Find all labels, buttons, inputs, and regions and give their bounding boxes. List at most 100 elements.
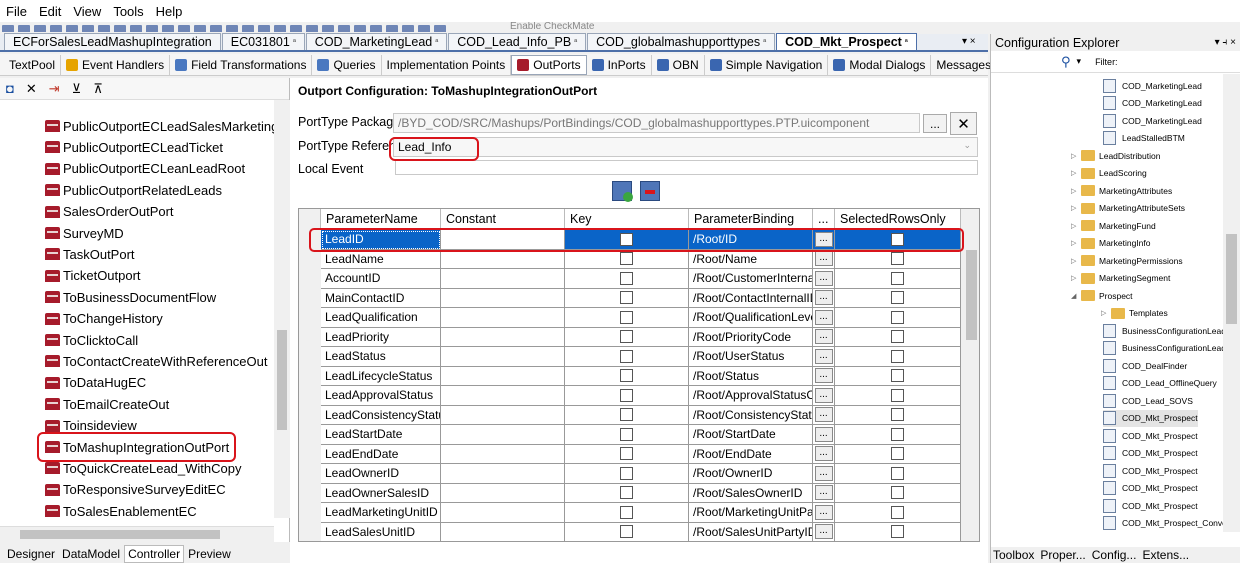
sub-tab-implementation-points[interactable]: Implementation Points xyxy=(382,54,512,75)
binding-cell[interactable]: /Root/StartDate xyxy=(689,425,813,445)
explorer-node[interactable]: COD_Mkt_Prospect xyxy=(1103,409,1198,427)
selected-rows-only-cell[interactable] xyxy=(835,425,961,445)
table-row[interactable]: LeadID/Root/ID... xyxy=(299,230,961,250)
table-row[interactable]: LeadMarketingUnitID/Root/MarketingUnitPa… xyxy=(299,503,961,523)
selected-rows-only-cell[interactable] xyxy=(835,444,961,464)
tree-item-outport[interactable]: SalesOrderOutPort xyxy=(45,202,174,222)
parameter-name-cell[interactable]: LeadStartDate xyxy=(321,425,441,445)
binding-browse-button[interactable]: ... xyxy=(814,407,833,423)
selected-rows-only-checkbox[interactable] xyxy=(891,486,904,500)
binding-cell[interactable]: /Root/MarketingUnitPartyI xyxy=(689,503,813,523)
selected-rows-only-cell[interactable] xyxy=(835,522,961,541)
toolbar-icon[interactable] xyxy=(66,25,78,32)
toolbar-icon[interactable] xyxy=(274,25,286,32)
constant-cell[interactable] xyxy=(441,483,565,503)
explorer-node[interactable]: ▷ MarketingAttributes xyxy=(1071,182,1172,199)
grid-column-header[interactable]: Key xyxy=(565,209,689,230)
toolbar-icon[interactable] xyxy=(114,25,126,32)
parameter-name-cell[interactable]: LeadEndDate xyxy=(321,444,441,464)
binding-browse-button[interactable]: ... xyxy=(814,368,833,384)
explorer-node[interactable]: COD_Mkt_Prospect_Convert xyxy=(1103,515,1232,532)
key-cell[interactable] xyxy=(565,288,689,308)
toolbar-icon[interactable] xyxy=(322,25,334,32)
bottom-tab-controller[interactable]: Controller xyxy=(124,544,185,563)
document-tabs-close[interactable]: ▾ × xyxy=(962,36,976,47)
key-cell[interactable] xyxy=(565,425,689,445)
expand-arrow-icon[interactable]: ▷ xyxy=(1071,222,1081,230)
menu-item-file[interactable]: File xyxy=(6,4,27,19)
table-row[interactable]: LeadPriority/Root/PriorityCode... xyxy=(299,327,961,347)
toolbar-icon[interactable] xyxy=(50,25,62,32)
binding-cell[interactable]: /Root/ConsistencyStatus( xyxy=(689,405,813,425)
porttype-package-field[interactable]: /BYD_COD/SRC/Mashups/PortBindings/COD_gl… xyxy=(393,113,920,133)
explorer-node[interactable]: COD_Lead_OfflineQuery xyxy=(1103,375,1217,392)
expand-icon[interactable]: ⊼ xyxy=(93,81,103,97)
doc-tab-0[interactable]: ECForSalesLeadMashupIntegration xyxy=(4,33,221,50)
constant-cell[interactable] xyxy=(441,503,565,523)
selected-rows-only-cell[interactable] xyxy=(835,464,961,484)
menu-item-tools[interactable]: Tools xyxy=(113,4,143,19)
parameter-name-cell[interactable]: LeadApprovalStatus xyxy=(321,386,441,406)
toolbar-icon[interactable] xyxy=(418,25,430,32)
key-cell[interactable] xyxy=(565,405,689,425)
sub-tab-modal-dialogs[interactable]: Modal Dialogs xyxy=(828,54,932,75)
selected-rows-only-cell[interactable] xyxy=(835,483,961,503)
tree-item-outport[interactable]: TicketOutport xyxy=(45,266,141,286)
binding-browse-button[interactable]: ... xyxy=(814,348,833,364)
explorer-node[interactable]: ▷ MarketingAttributeSets xyxy=(1071,200,1185,217)
binding-browse-button[interactable]: ... xyxy=(814,524,833,540)
explorer-node[interactable]: COD_Mkt_Prospect xyxy=(1103,497,1198,514)
tree-item-outport[interactable]: ToEmailCreateOut xyxy=(45,394,169,414)
selected-rows-only-cell[interactable] xyxy=(835,327,961,347)
key-checkbox[interactable] xyxy=(620,310,633,324)
constant-cell[interactable] xyxy=(441,366,565,386)
tree-item-outport[interactable]: PublicOutportRelatedLeads xyxy=(45,180,222,200)
tree-item-outport[interactable]: PublicOutportECLeanLeadRoot xyxy=(45,159,245,179)
bottom-tab-preview[interactable]: Preview xyxy=(185,546,234,562)
grid-column-header[interactable]: ... xyxy=(813,209,835,230)
enable-checkmate-label[interactable]: Enable CheckMate xyxy=(510,22,595,32)
doc-tab-3[interactable]: COD_Lead_Info_PB ᵃ xyxy=(448,33,587,50)
sub-tab-event-handlers[interactable]: Event Handlers xyxy=(61,54,171,75)
tree-item-outport[interactable]: ToMashupIntegrationOutPort xyxy=(45,437,229,457)
toolbar-icon[interactable] xyxy=(194,25,206,32)
explorer-node[interactable]: BusinessConfigurationLeadDup xyxy=(1103,340,1240,357)
key-cell[interactable] xyxy=(565,503,689,523)
toolbar-icon[interactable] xyxy=(354,25,366,32)
toolbar-icon[interactable] xyxy=(386,25,398,32)
key-checkbox[interactable] xyxy=(620,466,633,480)
table-row[interactable]: LeadSalesUnitID/Root/SalesUnitPartyID... xyxy=(299,522,961,541)
toolbar-icon[interactable] xyxy=(306,25,318,32)
toolbar-icon[interactable] xyxy=(402,25,414,32)
constant-cell[interactable] xyxy=(441,347,565,367)
explorer-node[interactable]: ▷ LeadDistribution xyxy=(1071,147,1160,164)
explorer-node[interactable]: COD_Mkt_Prospect xyxy=(1103,480,1198,497)
selected-rows-only-cell[interactable] xyxy=(835,405,961,425)
binding-browse-button[interactable]: ... xyxy=(814,329,833,345)
explorer-node[interactable]: BusinessConfigurationLeadAgi xyxy=(1103,322,1238,339)
binding-browse-button[interactable]: ... xyxy=(814,251,833,267)
table-row[interactable]: MainContactID/Root/ContactInternalID... xyxy=(299,288,961,308)
explorer-node[interactable]: COD_MarketingLead xyxy=(1103,77,1202,94)
explorer-node[interactable]: ▷ MarketingSegment xyxy=(1071,270,1170,287)
constant-cell[interactable] xyxy=(441,464,565,484)
parameter-name-cell[interactable]: LeadSalesUnitID xyxy=(321,522,441,541)
toolbar-icon[interactable] xyxy=(242,25,254,32)
key-checkbox[interactable] xyxy=(620,486,633,500)
parameter-name-cell[interactable]: LeadID xyxy=(321,230,441,250)
binding-browse-button[interactable]: ... xyxy=(814,309,833,325)
table-row[interactable]: LeadQualification/Root/QualificationLeve… xyxy=(299,308,961,328)
binding-cell[interactable]: /Root/Status xyxy=(689,366,813,386)
parameter-name-cell[interactable]: LeadConsistencyStatus xyxy=(321,405,441,425)
sub-tab-field-transformations[interactable]: Field Transformations xyxy=(170,54,313,75)
selected-rows-only-checkbox[interactable] xyxy=(891,349,904,363)
local-event-field[interactable] xyxy=(395,160,978,175)
pin-icon[interactable]: ᵃ xyxy=(574,34,577,50)
doc-tab-2[interactable]: COD_MarketingLead ᵃ xyxy=(305,33,448,50)
parameter-name-cell[interactable]: LeadOwnerSalesID xyxy=(321,483,441,503)
table-row[interactable]: LeadLifecycleStatus/Root/Status... xyxy=(299,366,961,386)
tree-item-outport[interactable]: ToChangeHistory xyxy=(45,309,163,329)
constant-cell[interactable] xyxy=(441,230,565,250)
selected-rows-only-checkbox[interactable] xyxy=(891,447,904,461)
tree-item-outport[interactable]: ToClicktoCall xyxy=(45,330,138,350)
